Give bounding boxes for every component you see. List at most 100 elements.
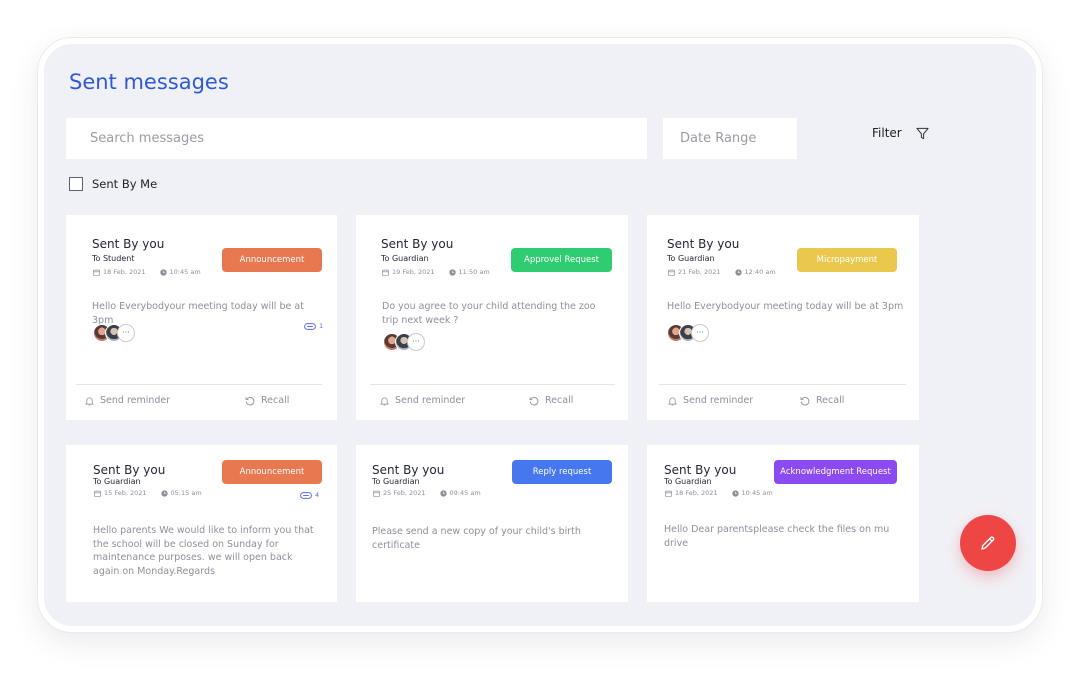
message-card[interactable]: Sent By you To Guardian 19 Feb, 2021 11:… — [356, 215, 628, 420]
recall-label: Recall — [816, 395, 845, 406]
message-type-badge[interactable]: Acknowledgment Request — [774, 460, 897, 484]
attachment-indicator[interactable]: 1 — [304, 322, 323, 330]
search-input[interactable] — [88, 130, 647, 147]
filter-button[interactable]: Filter — [872, 126, 929, 140]
message-meta: 15 Feb, 2021 05:15 am — [94, 489, 202, 497]
message-card[interactable]: Sent By you To Guardian 25 Feb, 2021 09:… — [356, 445, 628, 602]
calendar-icon — [93, 269, 100, 276]
clock-icon — [734, 268, 742, 276]
message-date: 25 Feb, 2021 — [383, 489, 426, 497]
compose-button[interactable] — [960, 515, 1016, 571]
message-time: 11:50 am — [458, 268, 490, 276]
send-reminder-button[interactable]: Send reminder — [668, 395, 753, 406]
message-time: 05:15 am — [170, 489, 202, 497]
send-reminder-label: Send reminder — [100, 395, 171, 406]
message-type-badge[interactable]: Announcement — [222, 248, 322, 272]
message-date: 15 Feb, 2021 — [104, 489, 147, 497]
message-sender: Sent By you — [664, 463, 737, 477]
page-title: Sent messages — [69, 70, 229, 94]
send-reminder-button[interactable]: Send reminder — [380, 395, 465, 406]
calendar-icon — [94, 490, 101, 497]
message-card[interactable]: Sent By you To Guardian 15 Feb, 2021 05:… — [66, 445, 337, 602]
recipient-avatars[interactable]: ··· — [667, 324, 709, 342]
more-recipients-icon[interactable]: ··· — [407, 333, 425, 351]
recall-label: Recall — [545, 395, 574, 406]
message-sender: Sent By you — [372, 463, 445, 477]
filter-icon — [916, 127, 929, 139]
message-date: 18 Feb, 2021 — [103, 268, 146, 276]
card-divider — [659, 384, 906, 385]
undo-icon — [800, 396, 810, 405]
clock-icon — [159, 268, 167, 276]
message-date: 18 Feb, 2021 — [675, 489, 718, 497]
attachment-count: 1 — [319, 322, 324, 330]
message-body: Hello parents We would like to inform yo… — [93, 525, 314, 577]
search-box[interactable] — [66, 118, 647, 159]
sent-by-me-label: Sent By Me — [92, 177, 158, 191]
recall-label: Recall — [261, 395, 290, 406]
calendar-icon — [665, 490, 672, 497]
paperclip-icon — [304, 322, 316, 330]
card-divider — [76, 384, 322, 385]
attachment-indicator[interactable]: 4 — [300, 491, 319, 499]
clock-icon — [160, 489, 168, 497]
calendar-icon — [373, 490, 380, 497]
message-body: Hello Everybodyour meeting today will be… — [667, 301, 904, 312]
message-meta: 18 Feb, 2021 10:45 am — [93, 268, 201, 276]
bell-icon — [668, 397, 677, 405]
date-range-box[interactable] — [663, 118, 797, 159]
calendar-icon — [668, 269, 675, 276]
message-type-badge[interactable]: Approvel Request — [511, 248, 612, 272]
message-meta: 25 Feb, 2021 09:45 am — [373, 489, 481, 497]
message-body: Do you agree to your child attending the… — [382, 301, 596, 326]
sent-by-me-filter[interactable]: Sent By Me — [69, 177, 157, 191]
bell-icon — [85, 397, 94, 405]
message-time: 10:45 am — [169, 268, 201, 276]
message-recipient: To Guardian — [381, 254, 429, 263]
send-reminder-button[interactable]: Send reminder — [85, 395, 170, 406]
recall-button[interactable]: Recall — [245, 395, 289, 406]
message-sender: Sent By you — [92, 237, 165, 251]
clock-icon — [731, 489, 739, 497]
recipient-avatars[interactable]: ··· — [383, 333, 425, 351]
more-recipients-icon[interactable]: ··· — [117, 324, 135, 342]
recall-button[interactable]: Recall — [800, 395, 844, 406]
message-card[interactable]: Sent By you To Guardian 18 Feb, 2021 10:… — [647, 445, 919, 602]
message-meta: 21 Feb, 2021 12:40 am — [668, 268, 776, 276]
message-type-badge[interactable]: Announcement — [222, 460, 322, 484]
more-recipients-icon[interactable]: ··· — [691, 324, 709, 342]
message-type-badge[interactable]: Micropayment — [797, 248, 897, 272]
bell-icon — [380, 397, 389, 405]
pencil-icon — [981, 536, 995, 550]
date-range-input[interactable] — [678, 130, 797, 147]
message-recipient: To Student — [92, 254, 135, 263]
message-recipient: To Guardian — [93, 477, 141, 486]
message-body: Hello Everybodyour meeting today will be… — [92, 301, 304, 326]
message-sender: Sent By you — [667, 237, 740, 251]
message-body: Please send a new copy of your child's b… — [372, 526, 581, 551]
attachment-count: 4 — [315, 491, 320, 499]
recipient-avatars[interactable]: ··· — [93, 324, 135, 342]
calendar-icon — [382, 269, 389, 276]
message-time: 10:45 am — [741, 489, 773, 497]
message-type-badge[interactable]: Reply request — [512, 460, 612, 484]
message-card[interactable]: Sent By you To Guardian 21 Feb, 2021 12:… — [647, 215, 919, 420]
message-card[interactable]: Sent By you To Student 18 Feb, 2021 10:4… — [66, 215, 337, 420]
message-time: 12:40 am — [744, 268, 776, 276]
undo-icon — [529, 396, 539, 405]
message-time: 09:45 am — [449, 489, 481, 497]
clock-icon — [448, 268, 456, 276]
recall-button[interactable]: Recall — [529, 395, 573, 406]
message-recipient: To Guardian — [667, 254, 715, 263]
message-recipient: To Guardian — [372, 477, 420, 486]
message-sender: Sent By you — [381, 237, 454, 251]
undo-icon — [245, 396, 255, 405]
sent-by-me-checkbox[interactable] — [69, 177, 83, 191]
message-recipient: To Guardian — [664, 477, 712, 486]
message-sender: Sent By you — [93, 463, 166, 477]
message-date: 19 Feb, 2021 — [392, 268, 435, 276]
card-divider — [370, 384, 615, 385]
paperclip-icon — [300, 491, 312, 499]
message-date: 21 Feb, 2021 — [678, 268, 721, 276]
send-reminder-label: Send reminder — [683, 395, 754, 406]
